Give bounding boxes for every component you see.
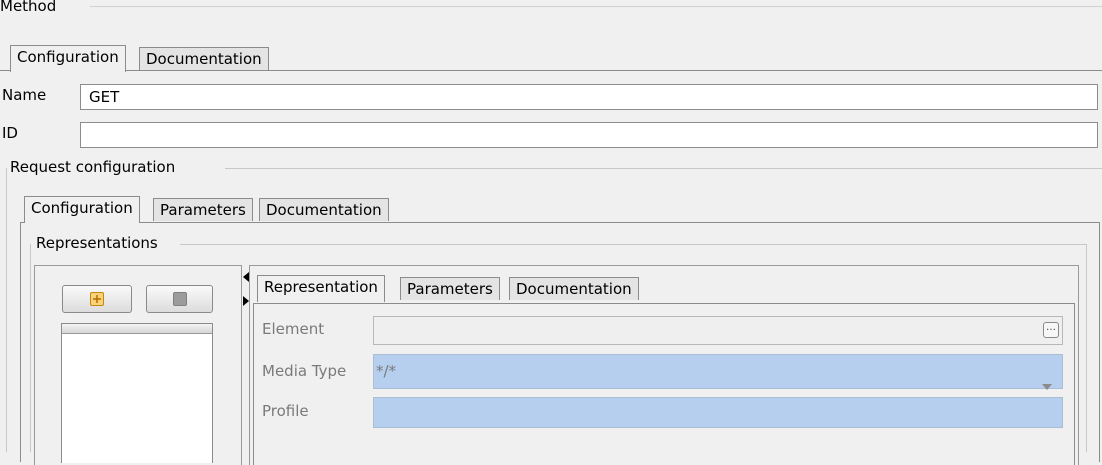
element-field: … — [373, 316, 1063, 345]
tab-panel-border — [0, 70, 1102, 71]
representations-title: Representations — [36, 234, 158, 252]
group-line — [1086, 244, 1087, 452]
media-type-value: */* — [376, 362, 397, 380]
minus-icon — [172, 292, 187, 306]
remove-button[interactable] — [146, 285, 213, 313]
id-label: ID — [2, 124, 18, 142]
profile-label: Profile — [262, 402, 309, 420]
media-type-select[interactable]: */* — [373, 354, 1063, 390]
name-label: Name — [2, 86, 47, 104]
section-divider — [90, 6, 1102, 7]
representation-list[interactable] — [61, 323, 213, 463]
element-label: Element — [262, 320, 325, 338]
group-line — [225, 168, 1102, 169]
tab-configuration[interactable]: Configuration — [10, 45, 126, 72]
id-field[interactable] — [80, 122, 1098, 148]
group-line — [6, 168, 7, 452]
tab-documentation[interactable]: Documentation — [139, 47, 269, 70]
section-title: Method — [0, 0, 57, 15]
tab-representation-parameters[interactable]: Parameters — [400, 277, 500, 300]
tab-representation-documentation[interactable]: Documentation — [509, 277, 639, 300]
plus-icon — [90, 292, 104, 306]
profile-field[interactable] — [373, 397, 1063, 428]
tab-representation[interactable]: Representation — [257, 275, 385, 302]
media-type-label: Media Type — [262, 362, 347, 380]
group-line — [30, 244, 31, 452]
tab-request-documentation[interactable]: Documentation — [259, 198, 389, 221]
request-config-title: Request configuration — [10, 158, 176, 176]
group-line — [180, 244, 1086, 245]
name-field[interactable]: GET — [80, 84, 1098, 110]
list-header — [62, 324, 212, 334]
tab-request-configuration[interactable]: Configuration — [24, 196, 140, 223]
tab-request-parameters[interactable]: Parameters — [153, 198, 253, 221]
ellipsis-icon[interactable]: … — [1043, 322, 1059, 338]
add-button[interactable] — [62, 285, 132, 313]
